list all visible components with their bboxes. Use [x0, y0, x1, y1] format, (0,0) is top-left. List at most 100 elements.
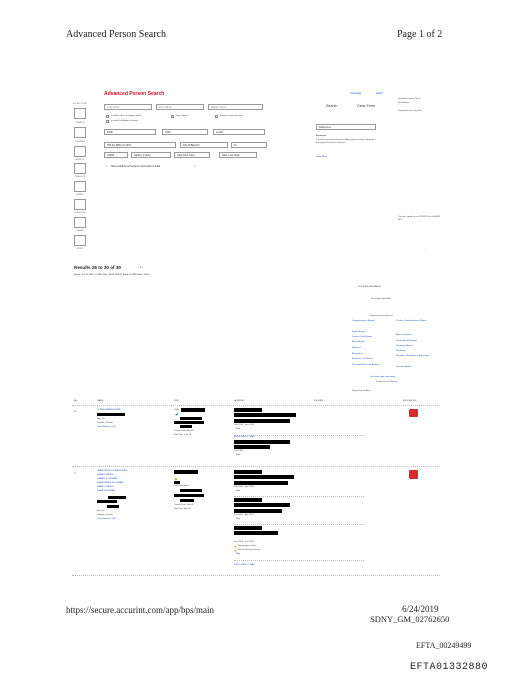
indicator-badge-icon[interactable] [409, 409, 418, 417]
verified-check-icon: ✔ [175, 412, 180, 418]
address-link[interactable]: 356 EL BRILLO WAY [234, 564, 255, 567]
date-first-seen-input[interactable]: Date First Seen [174, 152, 210, 158]
side-tab-leads-icon[interactable] [74, 217, 86, 228]
report-custom-comprehensive[interactable]: Custom Comprehensive Report [396, 320, 432, 323]
ssn-input[interactable]: SSN [162, 129, 208, 135]
alias-name-link[interactable]: SARA C DAVIES [97, 486, 114, 489]
alias-name-link[interactable]: SARA DAVIES GOODMAN [97, 482, 123, 485]
side-tab-news[interactable]: NEWS [66, 248, 94, 250]
report-relatives-neighbors-associates[interactable]: Relatives, Neighbors & Associates [396, 355, 432, 358]
side-tab-search[interactable]: SEARCH [66, 122, 94, 124]
alias-name-link[interactable]: SARA K DAVIES [97, 474, 113, 477]
report-virtual-identity[interactable]: Virtual Identity Report [396, 340, 417, 343]
alias-name-link[interactable]: SARA E GOODMAN [97, 478, 117, 481]
map-link[interactable]: Map [236, 518, 240, 521]
date-range-dash: - [213, 153, 214, 156]
col-name: NAME [97, 400, 104, 402]
setup-alert-link[interactable]: Setup Person Alert [352, 390, 370, 393]
address-dates: Jan 1999 [234, 450, 244, 452]
address-link[interactable]: 356 EL BRILLO WAY [234, 436, 255, 439]
redacted-address [234, 475, 294, 479]
gender-text: Gender: Female [97, 514, 113, 516]
address-divider [234, 560, 364, 561]
dob-input[interactable]: DOB [104, 129, 156, 135]
more-fields-link[interactable]: Show Additional Subject Information Fiel… [111, 165, 160, 168]
exp-date: Exp Date: Sep 78 [174, 434, 191, 437]
person-name-link[interactable]: CORRY BRASH ELANE [97, 409, 121, 412]
help-link[interactable]: Help? [376, 92, 383, 95]
report-business-link[interactable]: Business Link Report [352, 358, 373, 361]
address-dates: Jun 2010 - Jan 2016 [234, 424, 254, 426]
city-input[interactable]: PALM BEACH [180, 142, 228, 148]
side-tab-schedule-icon[interactable] [74, 199, 86, 210]
read-more-link[interactable]: Read More [316, 156, 327, 159]
side-tab-results-icon[interactable] [74, 163, 86, 174]
coverage-link[interactable]: Coverage [350, 92, 361, 95]
side-tab-schedule[interactable]: SCHEDULE [66, 212, 94, 214]
no-images-text: No Images Available [371, 298, 391, 300]
side-tab-my-account[interactable]: MY ACCOUNT [66, 103, 94, 105]
pagination[interactable]: 1 › [140, 266, 143, 269]
side-tab-verify[interactable]: VERIFY [66, 194, 94, 196]
report-finder[interactable]: Finder Report [352, 331, 365, 334]
last-name-input[interactable]: Last Name [104, 104, 152, 110]
side-tab-leads[interactable]: LEADS [66, 230, 94, 232]
zip-input[interactable]: 33480 [104, 152, 128, 158]
report-neighbors[interactable]: Neighbors [396, 350, 406, 353]
redacted-address [234, 526, 262, 530]
radius-input[interactable]: Radius (miles) [131, 152, 171, 158]
redacted-block [180, 489, 202, 492]
bates-number: SDNY_GM_02762650 [370, 614, 450, 624]
report-summary[interactable]: Summary Report [396, 345, 413, 348]
report-location[interactable]: Location Report [396, 366, 411, 369]
print-page-number: Page 1 of 2 [397, 29, 443, 40]
redacted-block [174, 481, 180, 484]
address-input[interactable]: 356 EL BRILLO WAY [104, 142, 176, 148]
indicator-badge-icon[interactable] [409, 470, 418, 479]
side-tab-verify-icon[interactable] [74, 181, 86, 192]
side-tab-results[interactable]: RESULTS [66, 176, 94, 178]
similar-names-checkbox[interactable] [106, 115, 109, 118]
alias-name-link[interactable]: SARA GOODMAN [97, 490, 115, 493]
alias-name-link[interactable]: SARA KIM GOODWAGGUNES [97, 470, 128, 473]
side-tab-search-icon[interactable] [74, 108, 86, 119]
clear-form-button[interactable]: Clear Form [357, 104, 375, 108]
report-contact-card[interactable]: Contact Card Report [352, 336, 372, 339]
strict-search-checkbox[interactable] [171, 115, 174, 118]
date-last-seen-input[interactable]: Date Last Seen [219, 152, 257, 158]
address-dates: Jan 2003 - Jan 2010 [234, 541, 254, 543]
side-tab-assets-icon[interactable] [74, 146, 86, 157]
redacted-address [234, 413, 296, 417]
col-all[interactable]: ALL [74, 400, 78, 403]
exp-label: Exp Date: [174, 434, 184, 436]
side-tab-phones-icon[interactable] [74, 127, 86, 138]
map-link[interactable]: Map [236, 490, 240, 493]
report-comprehensive[interactable]: Comprehensive Report [352, 320, 388, 323]
search-button[interactable]: Search [326, 104, 337, 108]
state-input[interactable]: FL [231, 142, 267, 148]
map-link[interactable]: Map [236, 553, 240, 556]
middle-name-input[interactable]: Middle Name [208, 104, 263, 110]
report-personal-asset-link[interactable]: Personal Asset Link Analysis [352, 364, 384, 367]
issued-value: Feb 83 [186, 504, 194, 506]
report-associates[interactable]: Associates [352, 353, 363, 356]
redacted-ssn [174, 470, 198, 474]
lexid-input[interactable]: LexID [213, 129, 265, 135]
redacted-address [234, 440, 290, 444]
report-address[interactable]: Address Report [396, 334, 411, 337]
map-link[interactable]: Map [236, 428, 240, 431]
redacted-block [174, 421, 204, 424]
report-asset[interactable]: Asset Report [352, 341, 365, 344]
map-link[interactable]: Map [236, 454, 240, 457]
side-tab-news-icon[interactable] [74, 235, 86, 246]
address-history-checkbox[interactable] [106, 120, 109, 123]
first-name-input[interactable]: First Name [156, 104, 204, 110]
get-report-link[interactable]: Get report type messages [370, 376, 395, 379]
report-relatives[interactable]: Relatives [352, 347, 361, 350]
view-relatives-link[interactable]: View Relatives (12) [97, 426, 116, 429]
view-relatives-link[interactable]: View Relatives (13) [97, 518, 116, 521]
reference-input[interactable]: Reference [316, 124, 376, 130]
side-tab-assets[interactable]: ASSETS [66, 159, 94, 161]
side-tab-phones[interactable]: PHONES [66, 141, 94, 143]
name-variations-checkbox[interactable] [215, 115, 218, 118]
